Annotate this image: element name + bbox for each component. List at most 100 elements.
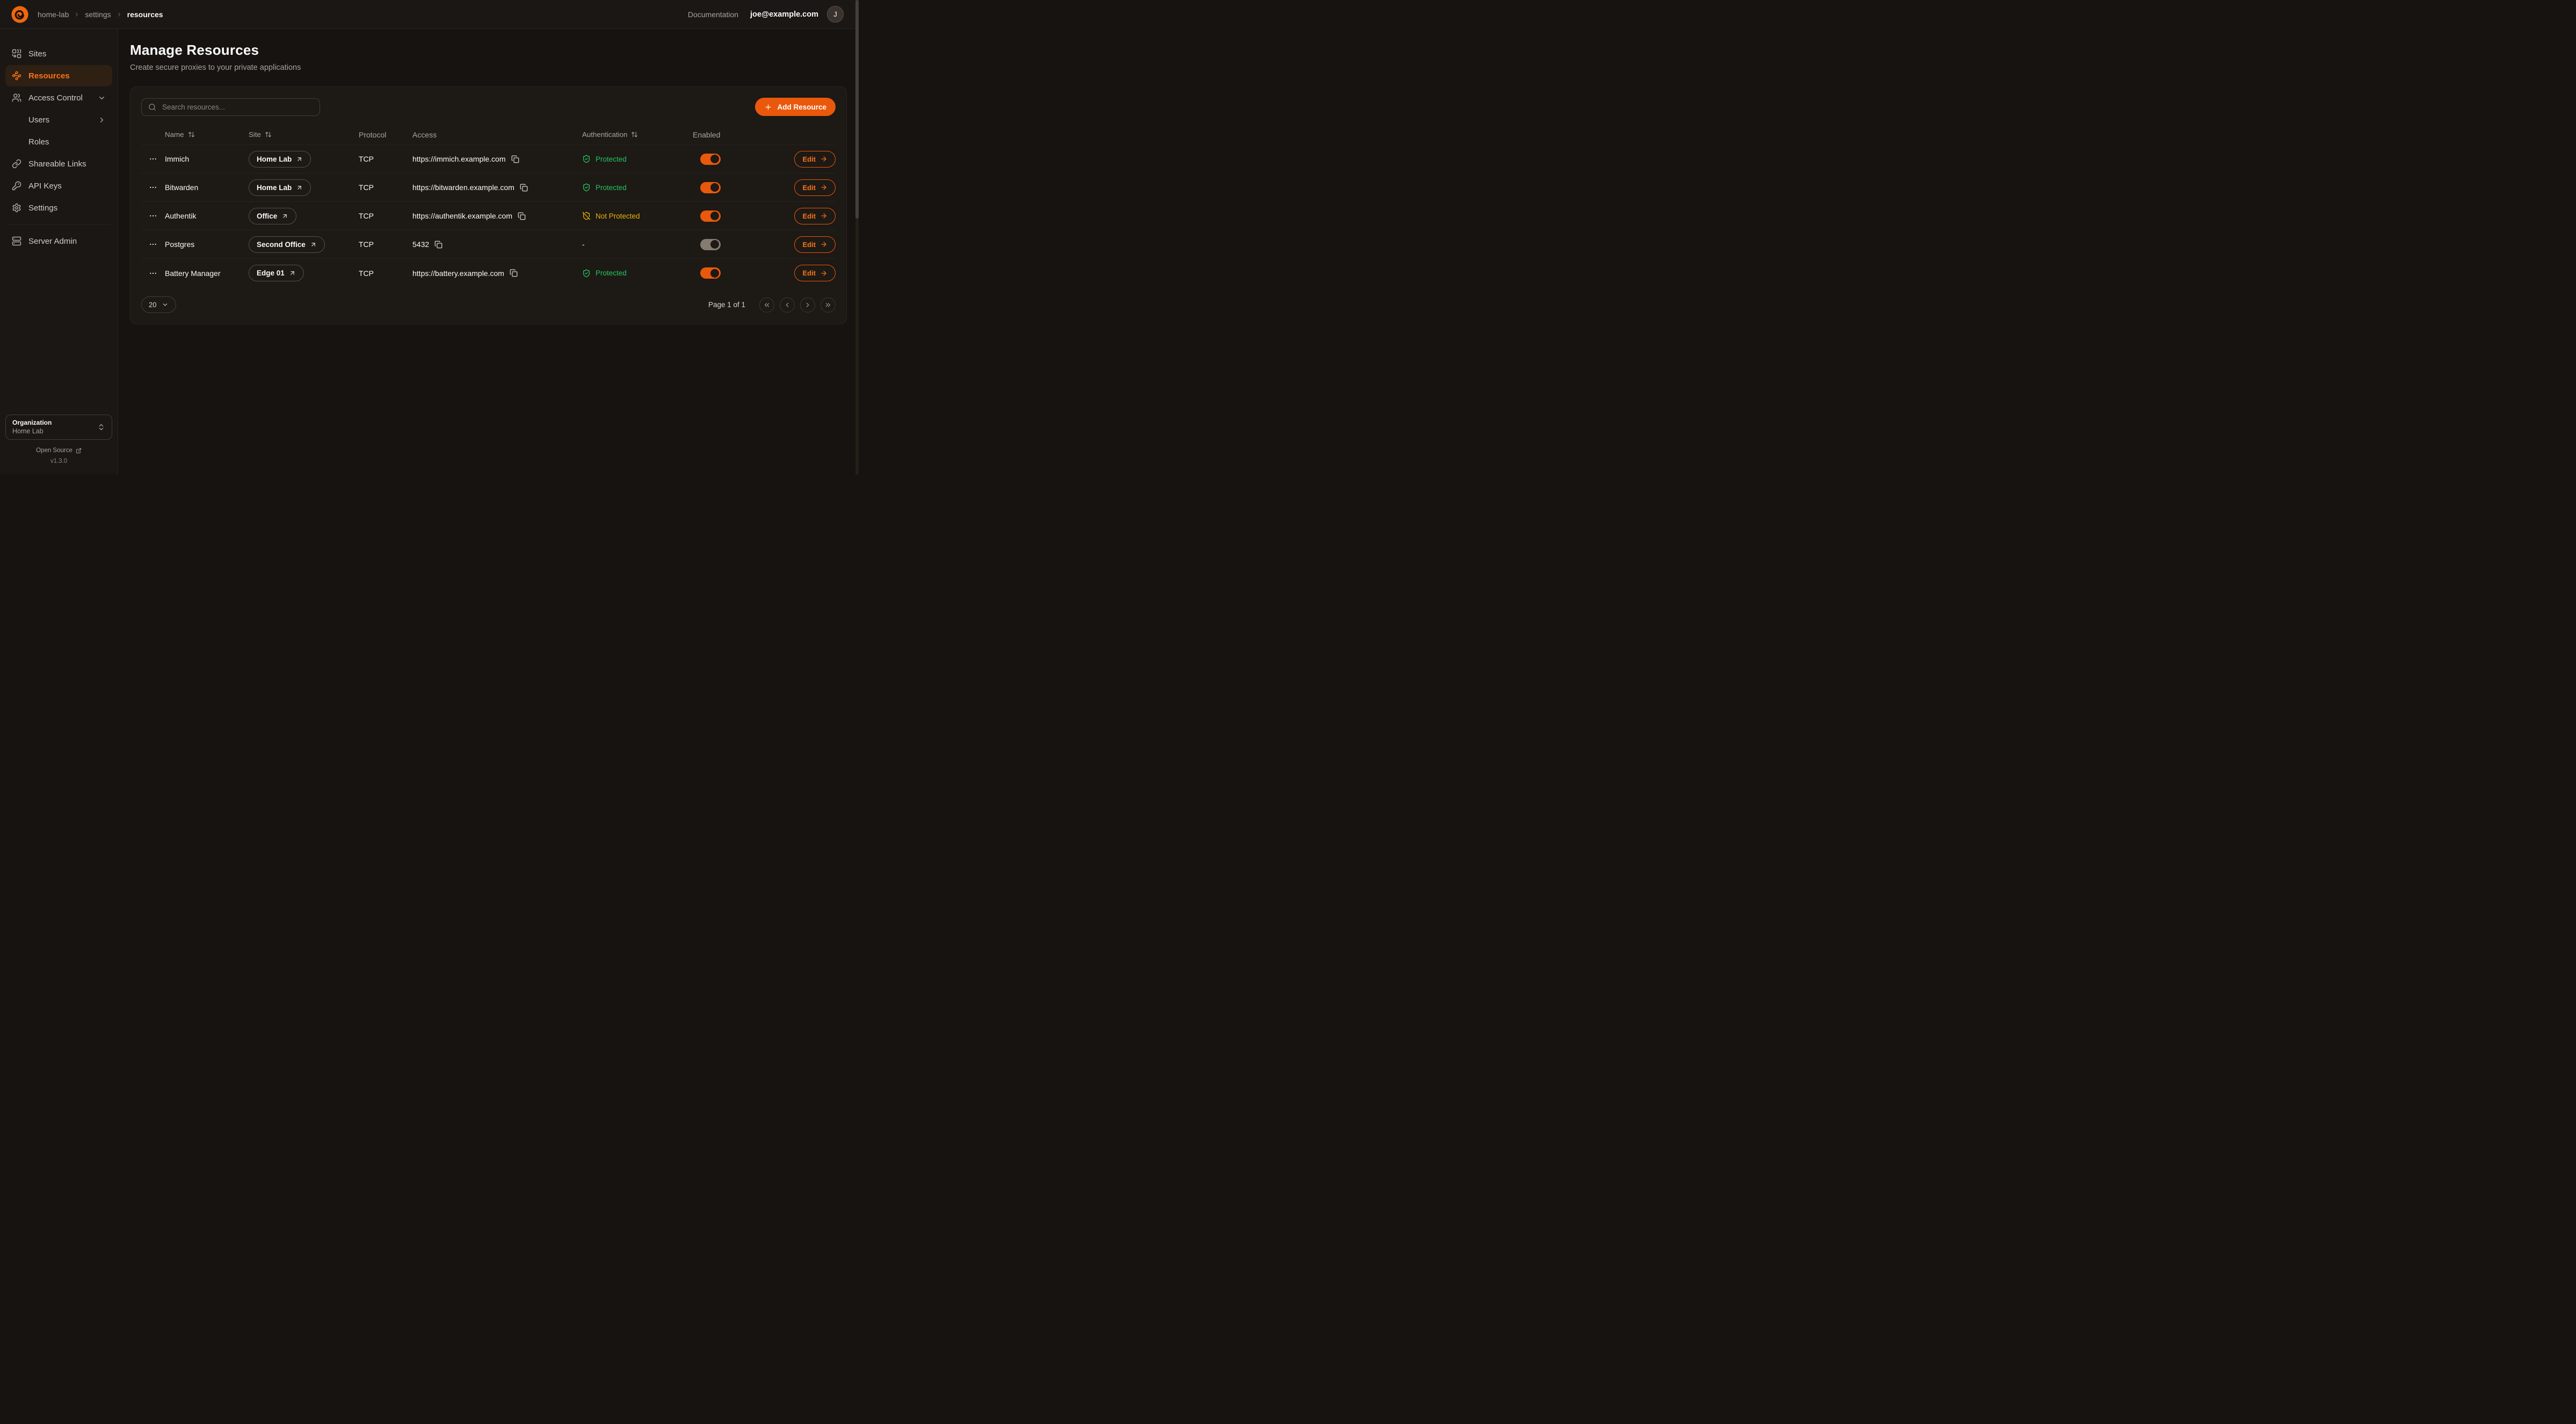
page-title: Manage Resources xyxy=(130,42,847,59)
resource-name: Bitwarden xyxy=(165,183,249,192)
resource-access-url: https://authentik.example.com xyxy=(412,212,512,220)
page-size-select[interactable]: 20 xyxy=(141,296,176,313)
auth-status: Protected xyxy=(582,269,693,278)
edit-button[interactable]: Edit xyxy=(794,265,836,281)
column-header-name[interactable]: Name xyxy=(165,130,249,139)
sidebar-item-settings[interactable]: Settings xyxy=(5,197,112,219)
table-row: Bitwarden Home Lab TCP https://bitwarden… xyxy=(141,173,836,202)
copy-access-button[interactable] xyxy=(434,241,442,249)
toggle-knob xyxy=(710,183,719,192)
next-page-button[interactable] xyxy=(800,297,815,313)
copy-access-button[interactable] xyxy=(518,212,526,220)
app-logo[interactable] xyxy=(11,5,29,24)
arrow-up-right-icon xyxy=(296,184,303,191)
sidebar-item-api-keys[interactable]: API Keys xyxy=(5,175,112,197)
toggle-knob xyxy=(710,212,719,220)
column-label: Access xyxy=(412,130,437,139)
scrollbar-thumb[interactable] xyxy=(855,0,859,219)
column-header-site[interactable]: Site xyxy=(249,130,359,139)
sidebar-item-users[interactable]: Users xyxy=(5,109,112,130)
auth-status-label: Protected xyxy=(596,155,627,163)
site-link[interactable]: Office xyxy=(249,208,296,224)
table-row: Authentik Office TCP https://authentik.e… xyxy=(141,202,836,230)
copy-icon xyxy=(518,212,526,220)
chevrons-left-icon xyxy=(763,301,771,309)
edit-button[interactable]: Edit xyxy=(794,151,836,168)
site-link[interactable]: Edge 01 xyxy=(249,265,304,281)
row-menu-button[interactable] xyxy=(146,151,161,166)
sidebar-item-label: Access Control xyxy=(28,93,91,103)
sidebar-item-access-control[interactable]: Access Control xyxy=(5,87,112,108)
chevron-left-icon xyxy=(783,301,791,309)
sidebar-item-label: Roles xyxy=(28,137,106,147)
shield-check-icon xyxy=(582,269,591,278)
copy-icon xyxy=(434,241,442,249)
site-link[interactable]: Second Office xyxy=(249,236,325,253)
breadcrumb-settings[interactable]: settings xyxy=(85,10,111,19)
column-label: Name xyxy=(165,130,184,139)
row-menu-button[interactable] xyxy=(146,208,161,223)
first-page-button[interactable] xyxy=(759,297,774,313)
resource-access-url: 5432 xyxy=(412,240,429,249)
enabled-toggle[interactable] xyxy=(700,210,721,222)
toggle-knob xyxy=(710,269,719,278)
enabled-toggle[interactable] xyxy=(700,267,721,279)
table-body: Immich Home Lab TCP https://immich.examp… xyxy=(141,145,836,287)
add-resource-button[interactable]: Add Resource xyxy=(755,98,836,116)
sidebar-item-resources[interactable]: Resources xyxy=(5,65,112,86)
sites-icon xyxy=(12,49,21,59)
sort-icon xyxy=(265,131,272,138)
edit-button-label: Edit xyxy=(802,155,816,163)
scrollbar[interactable] xyxy=(855,0,859,475)
row-menu-button[interactable] xyxy=(146,266,161,281)
resource-protocol: TCP xyxy=(359,155,412,163)
sidebar-item-label: Users xyxy=(28,115,91,125)
user-email[interactable]: joe@example.com xyxy=(750,10,818,19)
edit-button[interactable]: Edit xyxy=(794,236,836,253)
previous-page-button[interactable] xyxy=(780,297,795,313)
copy-access-button[interactable] xyxy=(520,184,528,192)
enabled-toggle[interactable] xyxy=(700,239,721,250)
breadcrumb-current-page[interactable]: resources xyxy=(127,10,163,19)
resources-icon xyxy=(12,71,21,81)
site-name: Home Lab xyxy=(257,155,292,163)
enabled-toggle[interactable] xyxy=(700,182,721,193)
row-menu-button[interactable] xyxy=(146,180,161,195)
copy-access-button[interactable] xyxy=(511,155,519,163)
site-name: Home Lab xyxy=(257,184,292,192)
breadcrumb-org[interactable]: home-lab xyxy=(38,10,69,19)
documentation-link[interactable]: Documentation xyxy=(688,10,738,19)
auth-status-label: - xyxy=(582,241,585,249)
sidebar-spacer xyxy=(5,252,112,415)
last-page-button[interactable] xyxy=(821,297,836,313)
resource-protocol: TCP xyxy=(359,212,412,220)
ellipsis-icon xyxy=(149,212,157,220)
resource-protocol: TCP xyxy=(359,240,412,249)
site-link[interactable]: Home Lab xyxy=(249,179,311,196)
column-label: Site xyxy=(249,130,261,139)
org-selector[interactable]: Organization Home Lab xyxy=(5,415,112,440)
edit-button[interactable]: Edit xyxy=(794,208,836,224)
sidebar-item-roles[interactable]: Roles xyxy=(5,131,112,152)
sidebar-item-server-admin[interactable]: Server Admin xyxy=(5,230,112,252)
open-source-link[interactable]: Open Source xyxy=(36,447,82,454)
edit-button[interactable]: Edit xyxy=(794,179,836,196)
auth-status-label: Protected xyxy=(596,184,627,192)
enabled-toggle[interactable] xyxy=(700,154,721,165)
copy-access-button[interactable] xyxy=(510,269,518,277)
sidebar-item-label: Sites xyxy=(28,49,106,59)
row-menu-button[interactable] xyxy=(146,237,161,252)
sidebar-item-sites[interactable]: Sites xyxy=(5,43,112,64)
arrow-right-icon xyxy=(820,270,828,277)
sidebar-item-shareable-links[interactable]: Shareable Links xyxy=(5,153,112,175)
search-icon xyxy=(148,103,156,111)
org-selector-value: Home Lab xyxy=(12,427,52,436)
sidebar-item-label: Settings xyxy=(28,204,106,213)
resources-card: Add Resource Name Site xyxy=(130,86,847,324)
column-label: Enabled xyxy=(693,130,720,139)
sidebar-item-label: Server Admin xyxy=(28,237,106,246)
site-link[interactable]: Home Lab xyxy=(249,151,311,168)
column-header-authentication[interactable]: Authentication xyxy=(582,130,693,139)
search-input[interactable] xyxy=(161,103,313,112)
avatar[interactable]: J xyxy=(827,6,844,23)
